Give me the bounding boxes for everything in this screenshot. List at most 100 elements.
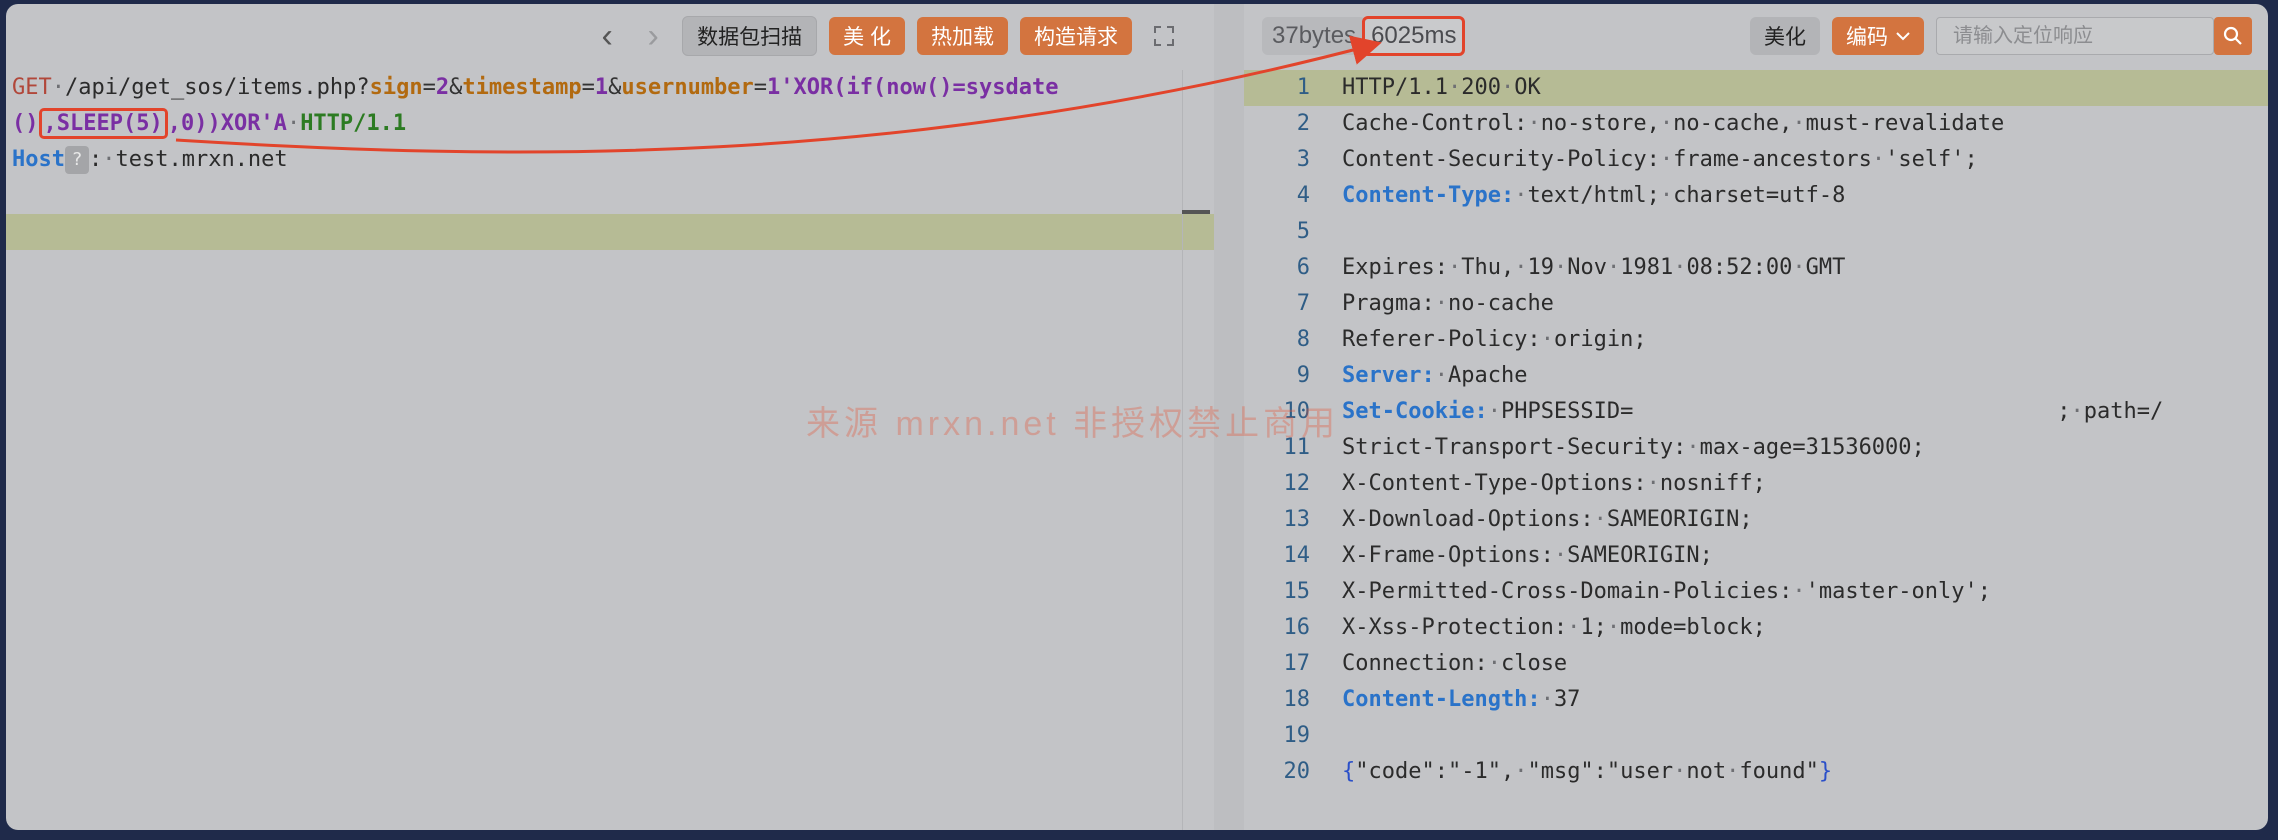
header-value: ·'master-only'; xyxy=(1792,579,1992,604)
response-line: 6 Expires:·Thu,·19·Nov·1981·08:52:00·GMT xyxy=(1244,250,2268,286)
line-number: 12 xyxy=(1283,471,1311,496)
scroll-marker[interactable] xyxy=(1182,210,1210,214)
header-value: ·PHPSESSID= ;·path=/ xyxy=(1487,399,2164,424)
header-key: Pragma: xyxy=(1342,291,1435,316)
header-key: Cache-Control: xyxy=(1342,111,1528,136)
line-number: 2 xyxy=(1296,111,1310,136)
back-icon[interactable]: ‹ xyxy=(590,17,624,55)
response-line-text: X-Frame-Options:·SAMEORIGIN; xyxy=(1342,538,1713,574)
response-line: 11 Strict-Transport-Security:·max-age=315… xyxy=(1244,430,2268,466)
response-line-text: X-Xss-Protection:·1;·mode=block; xyxy=(1342,610,1766,646)
request-line-1: GET·/api/get_sos/items.php?sign=2&timest… xyxy=(12,75,1059,100)
header-value: ·Apache xyxy=(1434,363,1528,388)
forward-icon[interactable]: › xyxy=(636,17,670,55)
hot-load-button[interactable]: 热加载 xyxy=(917,17,1008,55)
line-number: 4 xyxy=(1296,183,1310,208)
response-line-text: HTTP/1.1·200·OK xyxy=(1342,70,1541,106)
line-number: 11 xyxy=(1283,435,1311,460)
response-line: 12 X-Content-Type-Options:·nosniff; xyxy=(1244,466,2268,502)
response-line-text: Expires:·Thu,·19·Nov·1981·08:52:00·GMT xyxy=(1342,250,1845,286)
header-key: X-Permitted-Cross-Domain-Policies: xyxy=(1342,579,1793,604)
line-number: 6 xyxy=(1296,255,1310,280)
response-line: 15 X-Permitted-Cross-Domain-Policies:·'ma… xyxy=(1244,574,2268,610)
http-method: GET xyxy=(12,75,52,100)
header-value: ·SAMEORIGIN; xyxy=(1553,543,1713,568)
line-number: 3 xyxy=(1296,147,1310,172)
header-key: Connection: xyxy=(1342,651,1488,676)
response-line-text: {"code":"-1",·"msg":"user·not·found"} xyxy=(1342,754,1832,790)
expand-icon[interactable] xyxy=(1144,17,1184,55)
http-repeater-window: ‹ › 数据包扫描 美 化 热加载 构造请求 GET·/api/get_sos/… xyxy=(6,4,2268,830)
response-line-text: Pragma:·no-cache xyxy=(1342,286,1554,322)
header-value: ·Thu,·19·Nov·1981·08:52:00·GMT xyxy=(1447,255,1846,280)
header-value: HTTP/1.1·200·OK xyxy=(1342,75,1541,100)
response-line: 20 {"code":"-1",·"msg":"user·not·found"} xyxy=(1244,754,2268,790)
locate-response-input[interactable] xyxy=(1951,23,2213,49)
header-key: X-Xss-Protection: xyxy=(1342,615,1568,640)
header-key: X-Frame-Options: xyxy=(1342,543,1554,568)
response-line-text: Content-Type:·text/html;·charset=utf-8 xyxy=(1342,178,1845,214)
beautify-response-button[interactable]: 美化 xyxy=(1750,17,1820,55)
response-line-text: Strict-Transport-Security:·max-age=31536… xyxy=(1342,430,1925,466)
chevron-down-icon xyxy=(1896,31,1910,41)
line-number: 15 xyxy=(1283,579,1311,604)
request-line-host: Host?:·test.mrxn.net xyxy=(12,146,288,174)
request-path: /api/get_sos/items.php? xyxy=(65,75,370,100)
response-line: 4 Content-Type:·text/html;·charset=utf-8 xyxy=(1244,178,2268,214)
response-line: 9 Server:·Apache xyxy=(1244,358,2268,394)
response-line-text: Referer-Policy:·origin; xyxy=(1342,322,1647,358)
response-pane: 37bytes 6025ms 美化 编码 1 HTTP/1.1·200·OK 2 Ca… xyxy=(1244,4,2268,830)
line-number: 1 xyxy=(1296,75,1310,100)
header-key: Content-Type: xyxy=(1342,183,1515,208)
header-value: ·no-store,·no-cache,·must-revalidate xyxy=(1527,111,2005,136)
response-line: 18 Content-Length:·37 xyxy=(1244,682,2268,718)
header-value: ·1;·mode=block; xyxy=(1567,615,1766,640)
packet-scan-button[interactable]: 数据包扫描 xyxy=(682,16,818,56)
header-value: ·origin; xyxy=(1540,327,1647,352)
header-key: X-Download-Options: xyxy=(1342,507,1594,532)
header-value: ·37 xyxy=(1540,687,1581,712)
http-version: HTTP/1.1 xyxy=(300,111,407,136)
request-line-2: () ,SLEEP(5) ,0))XOR'A·HTTP/1.1 xyxy=(6,106,1214,142)
response-line-text: Server:·Apache xyxy=(1342,358,1527,394)
response-line: 2 Cache-Control:·no-store,·no-cache,·must… xyxy=(1244,106,2268,142)
response-line: 17 Connection:·close xyxy=(1244,646,2268,682)
response-line: 1 HTTP/1.1·200·OK xyxy=(1244,70,2268,106)
response-line: 19 xyxy=(1244,718,2268,754)
beautify-request-button[interactable]: 美 化 xyxy=(829,17,905,55)
sleep-payload-highlight: ,SLEEP(5) xyxy=(38,108,168,139)
search-icon[interactable] xyxy=(2214,17,2252,55)
line-number: 9 xyxy=(1296,363,1310,388)
response-line-text: Cache-Control:·no-store,·no-cache,·must-… xyxy=(1342,106,2004,142)
locate-response-search[interactable] xyxy=(1936,17,2214,55)
response-line: 7 Pragma:·no-cache xyxy=(1244,286,2268,322)
line-number: 17 xyxy=(1283,651,1311,676)
pane-divider[interactable] xyxy=(1214,4,1244,830)
line-number: 18 xyxy=(1283,687,1311,712)
construct-request-button[interactable]: 构造请求 xyxy=(1020,17,1132,55)
line-number: 16 xyxy=(1283,615,1311,640)
header-key: Expires: xyxy=(1342,255,1448,280)
header-key: X-Content-Type-Options: xyxy=(1342,471,1647,496)
line-number: 7 xyxy=(1296,291,1310,316)
line-number: 8 xyxy=(1296,327,1310,352)
line-number: 20 xyxy=(1283,759,1311,784)
header-key: Server: xyxy=(1342,363,1435,388)
response-line-text: Connection:·close xyxy=(1342,646,1567,682)
line-number: 5 xyxy=(1296,219,1310,244)
request-toolbar: ‹ › 数据包扫描 美 化 热加载 构造请求 xyxy=(6,4,1214,68)
header-key: Referer-Policy: xyxy=(1342,327,1541,352)
help-icon[interactable]: ? xyxy=(64,146,89,174)
response-line: 16 X-Xss-Protection:·1;·mode=block; xyxy=(1244,610,2268,646)
response-line-text: X-Permitted-Cross-Domain-Policies:·'mast… xyxy=(1342,574,1991,610)
response-viewer[interactable]: 1 HTTP/1.1·200·OK 2 Cache-Control:·no-store… xyxy=(1244,70,2268,830)
request-editor[interactable]: GET·/api/get_sos/items.php?sign=2&timest… xyxy=(6,70,1214,830)
request-line-empty xyxy=(6,178,1214,214)
header-value: ·frame-ancestors·'self'; xyxy=(1659,147,1978,172)
header-key: Set-Cookie: xyxy=(1342,399,1488,424)
encode-dropdown[interactable]: 编码 xyxy=(1832,17,1924,55)
line-number: 13 xyxy=(1283,507,1311,532)
response-line: 8 Referer-Policy:·origin; xyxy=(1244,322,2268,358)
header-value: ·SAMEORIGIN; xyxy=(1593,507,1753,532)
header-key: Content-Length: xyxy=(1342,687,1541,712)
